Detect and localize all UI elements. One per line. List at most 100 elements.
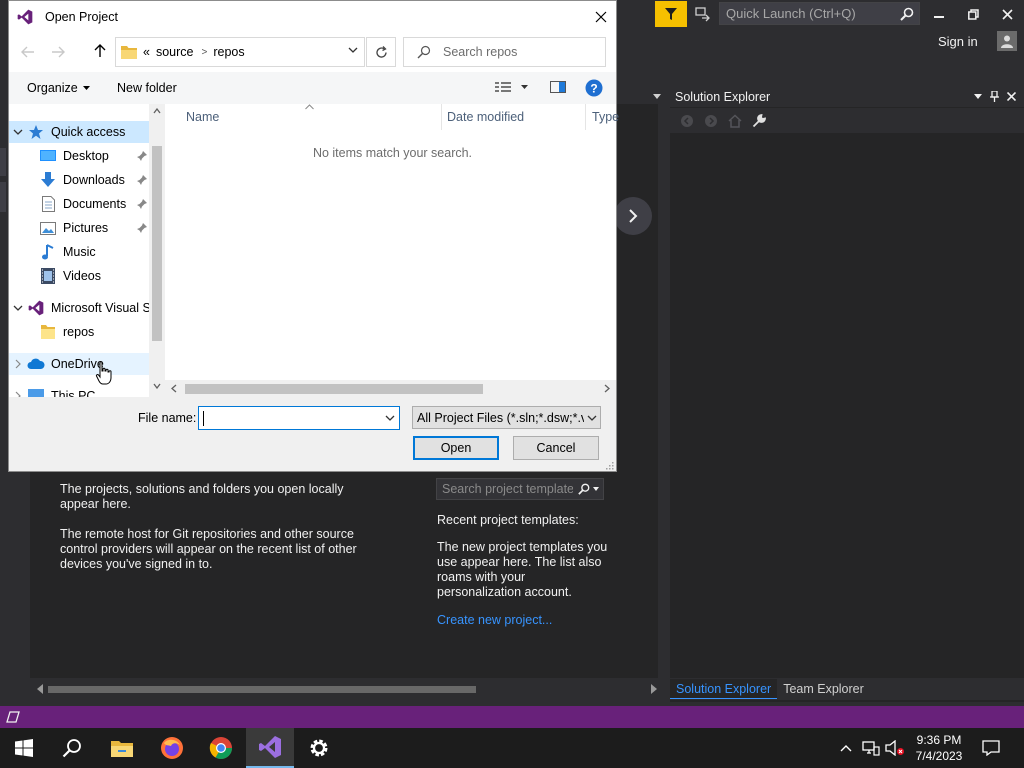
create-new-project-link[interactable]: Create new project...: [437, 613, 552, 628]
sign-in-link[interactable]: Sign in: [938, 34, 978, 49]
view-options-icon[interactable]: [495, 80, 531, 94]
column-divider[interactable]: [441, 104, 442, 130]
nav-item-label: Downloads: [63, 173, 125, 187]
chevron-down-icon[interactable]: [9, 129, 27, 135]
close-button[interactable]: [992, 3, 1022, 25]
forward-arrow-icon[interactable]: [49, 44, 67, 60]
new-folder-button[interactable]: New folder: [117, 81, 177, 95]
scroll-up-icon[interactable]: [153, 108, 161, 114]
nav-item-quick-access[interactable]: Quick access: [9, 121, 149, 143]
navigation-pane-scrollbar[interactable]: [149, 104, 165, 397]
panel-menu-icon[interactable]: [969, 94, 986, 99]
file-explorer-icon[interactable]: [98, 728, 146, 768]
start-icon[interactable]: [0, 728, 48, 768]
breadcrumb-source[interactable]: source: [156, 45, 194, 59]
live-share-icon[interactable]: [693, 4, 713, 24]
chevron-right-icon[interactable]: [9, 391, 27, 397]
breadcrumb-overflow[interactable]: «: [143, 45, 150, 59]
nav-item-microsoft-visual-studio[interactable]: Microsoft Visual S: [9, 297, 149, 319]
nav-item-repos[interactable]: repos: [9, 321, 149, 343]
chevron-up-icon[interactable]: [836, 738, 856, 758]
file-type-select[interactable]: All Project Files (*.sln;*.dsw;*.vcxproj: [412, 406, 601, 429]
nav-item-music[interactable]: Music: [9, 241, 149, 263]
nav-item-label: Quick access: [51, 125, 126, 139]
account-icon[interactable]: [997, 31, 1017, 51]
search-icon[interactable]: [573, 483, 603, 495]
preview-pane-icon[interactable]: [550, 80, 566, 94]
search-repos-input[interactable]: Search repos: [403, 37, 606, 67]
network-icon[interactable]: [861, 738, 881, 758]
settings-icon[interactable]: [295, 728, 343, 768]
music-icon: [39, 244, 57, 260]
chevron-down-icon[interactable]: [584, 415, 600, 421]
properties-wrench-icon[interactable]: [750, 112, 768, 130]
volume-muted-icon[interactable]: [885, 738, 905, 758]
search-templates-input[interactable]: Search project templates: [436, 478, 604, 500]
chevron-right-icon[interactable]: [9, 359, 27, 369]
column-divider[interactable]: [585, 104, 586, 130]
nav-item-label: Documents: [63, 197, 127, 211]
breadcrumb-repos[interactable]: repos: [213, 45, 244, 59]
help-icon[interactable]: ?: [585, 79, 603, 97]
scroll-right-icon[interactable]: [604, 384, 610, 393]
back-icon[interactable]: [678, 112, 696, 130]
minimize-button[interactable]: [924, 3, 954, 25]
solution-explorer-header: Solution Explorer: [670, 86, 1024, 107]
column-header-name[interactable]: Name: [186, 104, 219, 130]
cancel-button[interactable]: Cancel: [513, 436, 599, 460]
search-icon[interactable]: [48, 728, 96, 768]
tab-solution-explorer[interactable]: Solution Explorer: [670, 679, 778, 699]
column-header-type[interactable]: Type: [592, 104, 619, 130]
resize-grip-icon[interactable]: [605, 461, 614, 470]
folder-icon: [121, 46, 137, 59]
firefox-icon[interactable]: [148, 728, 196, 768]
scrollbar-thumb[interactable]: [185, 384, 483, 394]
nav-item-pictures[interactable]: Pictures: [9, 217, 149, 239]
chevron-down-icon[interactable]: [381, 415, 399, 421]
tab-dropdown-icon[interactable]: [651, 90, 663, 102]
close-icon[interactable]: [1003, 92, 1020, 101]
open-project-dialog: Open Project « source > repos Search rep…: [8, 0, 619, 472]
file-name-field[interactable]: [199, 408, 381, 428]
search-icon[interactable]: [895, 3, 919, 24]
start-page-scrollbar[interactable]: [34, 682, 662, 696]
back-arrow-icon[interactable]: [19, 44, 37, 60]
nav-item-onedrive[interactable]: OneDrive: [9, 353, 149, 375]
refresh-button[interactable]: [366, 37, 396, 67]
taskbar-clock[interactable]: 9:36 PM 7/4/2023: [906, 732, 972, 764]
tab-team-explorer[interactable]: Team Explorer: [777, 679, 870, 699]
restore-button[interactable]: [958, 3, 988, 25]
nav-item-videos[interactable]: Videos: [9, 265, 149, 287]
forward-icon[interactable]: [702, 112, 720, 130]
chrome-icon[interactable]: [197, 728, 245, 768]
feedback-filter-icon[interactable]: [655, 1, 687, 27]
nav-item-downloads[interactable]: Downloads: [9, 169, 149, 191]
file-list-scrollbar[interactable]: [165, 380, 616, 397]
nav-item-documents[interactable]: Documents: [9, 193, 149, 215]
chevron-down-icon[interactable]: [9, 305, 27, 311]
nav-item-label: Videos: [63, 269, 101, 283]
file-name-input[interactable]: [198, 406, 400, 430]
column-header-date-modified[interactable]: Date modified: [447, 104, 524, 130]
chevron-down-icon[interactable]: [348, 47, 358, 53]
nav-item-this-pc[interactable]: This PC: [9, 385, 149, 397]
notification-icon[interactable]: [6, 711, 20, 723]
open-button[interactable]: Open: [413, 436, 499, 460]
scroll-left-icon[interactable]: [171, 384, 177, 393]
organize-button[interactable]: Organize: [27, 81, 90, 95]
address-bar[interactable]: « source > repos: [115, 37, 365, 67]
nav-item-desktop[interactable]: Desktop: [9, 145, 149, 167]
breadcrumb-separator-icon[interactable]: >: [201, 47, 207, 58]
scrollbar-thumb[interactable]: [152, 146, 162, 341]
action-center-icon[interactable]: [981, 738, 1001, 758]
up-arrow-icon[interactable]: [91, 43, 109, 59]
scroll-down-icon[interactable]: [153, 383, 161, 389]
next-arrow-button[interactable]: [614, 197, 652, 235]
home-icon[interactable]: [726, 112, 744, 130]
visual-studio-icon[interactable]: [246, 728, 294, 768]
dialog-close-icon[interactable]: [586, 2, 616, 32]
scrollbar-thumb[interactable]: [48, 686, 476, 693]
quick-launch-input[interactable]: Quick Launch (Ctrl+Q): [719, 2, 920, 25]
chevron-down-icon: [82, 86, 90, 90]
pin-icon[interactable]: [986, 91, 1003, 102]
